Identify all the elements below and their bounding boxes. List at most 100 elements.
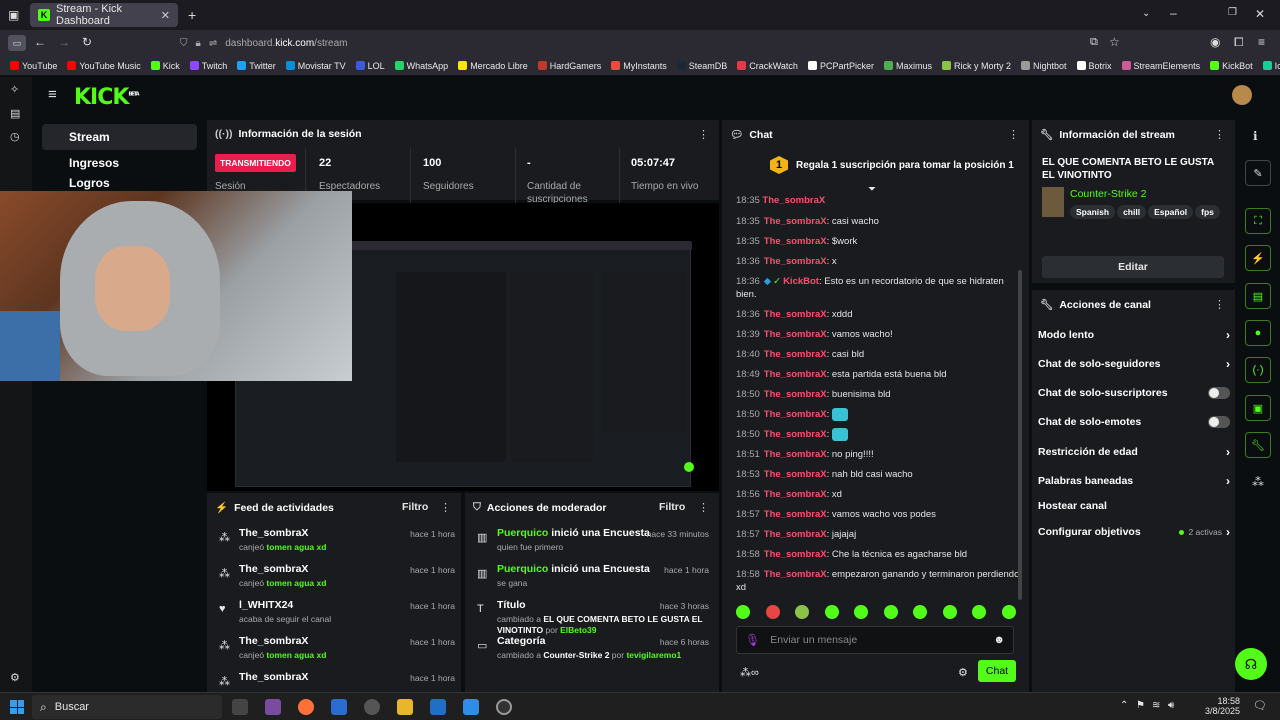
synced-tabs-icon[interactable]: ▤ <box>10 107 20 120</box>
chat-username[interactable]: The_sombraX <box>764 329 827 340</box>
feed-item[interactable]: ⁂ The_sombraX canjeó tomen agua xd hace 1 h… <box>215 635 455 660</box>
chat-username[interactable]: The_sombraX <box>764 469 827 480</box>
chat-message[interactable]: 18:50 The_sombraX: <box>736 428 1021 441</box>
feed-item[interactable]: ⁂ The_sombraX canjeó tomen agua xd hace 1 h… <box>215 527 455 552</box>
stream-tag[interactable]: Spanish <box>1070 205 1116 219</box>
more-options-icon[interactable]: ⋮ <box>698 128 709 141</box>
nav-ingresos[interactable]: Ingresos <box>42 150 197 176</box>
more-options-icon[interactable]: ⋮ <box>1214 298 1225 311</box>
channel-action-0[interactable]: Modo lento › <box>1038 328 1230 342</box>
mod-action-item[interactable]: T Título cambiado a EL QUE COMENTA BETO LE… <box>473 599 709 636</box>
mod-filter-button[interactable]: Filtro <box>659 501 685 513</box>
chat-message[interactable]: 18:58 The_sombraX: empezaron ganando y te… <box>736 568 1021 594</box>
store-icon[interactable] <box>331 699 347 715</box>
chat-input[interactable]: 🎙︎ Enviar un mensaje ☻ <box>736 626 1014 654</box>
more-options-icon[interactable]: ⋮ <box>698 501 709 514</box>
chat-message[interactable]: 18:40 The_sombraX: casi bld <box>736 348 1021 361</box>
channel-action-6[interactable]: Hostear canal <box>1038 500 1230 512</box>
chat-message[interactable]: 18:49 The_sombraX: esta partida está buen… <box>736 368 1021 381</box>
nav-stream[interactable]: Stream <box>42 124 197 150</box>
more-options-icon[interactable]: ⋮ <box>440 501 451 514</box>
chat-username[interactable]: The_sombraX <box>764 409 827 420</box>
settings-icon[interactable] <box>364 699 380 715</box>
app-icon[interactable] <box>265 699 281 715</box>
chat-message[interactable]: 18:50 The_sombraX: buenisima bld <box>736 388 1021 401</box>
edit-pencil-button[interactable]: ✎ <box>1245 160 1271 186</box>
emote-shortcut-icon[interactable] <box>883 605 898 619</box>
bookmark-item[interactable]: Rick y Morty 2 <box>938 61 1015 71</box>
url-field[interactable]: ⛉ 🔒︎ ⇌ dashboard.kick.com/stream <box>180 34 1130 52</box>
tools-button[interactable]: 🔧︎ <box>1245 432 1271 458</box>
raid-button[interactable]: ⚡ <box>1245 245 1271 271</box>
tray-chevron-icon[interactable]: ⌃ <box>1120 700 1128 711</box>
more-options-icon[interactable]: ⋮ <box>1008 128 1019 141</box>
settings-gear-icon[interactable]: ⚙ <box>10 671 20 684</box>
chat-username[interactable]: The_sombraX <box>764 509 827 520</box>
clock[interactable]: 18:58 3/8/2025 <box>1200 696 1240 716</box>
toggle-switch[interactable] <box>1208 387 1230 399</box>
channel-action-7[interactable]: Configurar objetivos 2 activas › <box>1038 525 1230 539</box>
bookmark-item[interactable]: Maximus <box>880 61 936 71</box>
forward-icon[interactable]: → <box>58 35 70 49</box>
close-tab-icon[interactable]: ✕ <box>161 9 170 22</box>
feed-item[interactable]: ♥ l_WHITX24 acaba de seguir el canal hace 1… <box>215 599 455 624</box>
mod-action-item[interactable]: ▥ Puerquico inició una Encuesta se gana hac… <box>473 563 709 589</box>
chat-settings-icon[interactable]: ⚙ <box>958 666 968 679</box>
emote-shortcut-icon[interactable] <box>942 605 957 619</box>
hamburger-icon[interactable]: ≡ <box>48 86 57 103</box>
chat-username[interactable]: The_sombraX <box>764 309 827 320</box>
share-icon[interactable]: ⁂ <box>1252 475 1264 489</box>
bookmark-item[interactable]: Botrix <box>1073 61 1116 71</box>
chat-username[interactable]: The_sombraX <box>764 236 827 247</box>
account-icon[interactable]: ◉ <box>1210 35 1220 49</box>
chat-message[interactable]: 18:56 The_sombraX: xd <box>736 488 1021 501</box>
bookmark-item[interactable]: YouTube <box>6 61 61 71</box>
feed-filter-button[interactable]: Filtro <box>402 501 428 513</box>
emote-shortcut-icon[interactable] <box>736 605 750 619</box>
chat-username[interactable]: The_sombraX <box>764 349 827 360</box>
menu-icon[interactable]: ≡ <box>1258 35 1265 49</box>
taskbar-search[interactable]: ⌕ Buscar <box>32 695 222 719</box>
bookmark-item[interactable]: KickBot <box>1206 61 1257 71</box>
wifi-icon[interactable]: ≋ <box>1152 700 1160 711</box>
chat-username[interactable]: The_sombraX <box>764 389 827 400</box>
history-icon[interactable]: ◷ <box>10 130 20 143</box>
channel-action-4[interactable]: Restricción de edad › <box>1038 445 1230 459</box>
bookmark-item[interactable]: YouTube Music <box>63 61 144 71</box>
bookmark-item[interactable]: HardGamers <box>534 61 606 71</box>
toggle-switch[interactable] <box>1208 416 1230 428</box>
chat-username[interactable]: The_sombraX <box>764 489 827 500</box>
feed-item[interactable]: ⁂ The_sombraX hace 1 hora <box>215 671 455 688</box>
ai-chat-icon[interactable]: ✧ <box>10 83 19 96</box>
task-view-icon[interactable] <box>232 699 248 715</box>
firefox-icon[interactable] <box>298 699 314 715</box>
broadcast-button[interactable]: (·) <box>1245 357 1271 383</box>
back-icon[interactable]: ← <box>34 35 46 49</box>
chat-message[interactable]: 18:57 The_sombraX: vamos wacho vos podes <box>736 508 1021 521</box>
emote-shortcut-icon[interactable] <box>972 605 987 619</box>
gift-sub-promo[interactable]: 1 Regala 1 suscripción para tomar la pos… <box>770 156 1014 174</box>
file-explorer-icon[interactable] <box>397 699 413 715</box>
obs-icon[interactable] <box>496 699 512 715</box>
mod-action-item[interactable]: ▥ Puerquico inició una Encuesta quien fue … <box>473 527 709 553</box>
chat-username[interactable]: The_sombraX <box>764 449 827 460</box>
chat-send-button[interactable]: Chat <box>978 660 1016 682</box>
stream-tag[interactable]: chill <box>1117 205 1147 219</box>
extensions-icon[interactable]: ⧠ <box>1234 35 1244 50</box>
mod-action-item[interactable]: ▭ Categoría cambiado a Counter-Strike 2 po… <box>473 635 709 661</box>
emote-shortcut-icon[interactable] <box>795 605 810 619</box>
bookmark-item[interactable]: Mercado Libre <box>454 61 532 71</box>
stream-key-button[interactable]: ▣ <box>1245 395 1271 421</box>
channel-action-2[interactable]: Chat de solo-suscriptores <box>1038 387 1230 399</box>
windows-start-icon[interactable] <box>10 700 24 714</box>
chat-message[interactable]: 18:51 The_sombraX: no ping!!!! <box>736 448 1021 461</box>
chat-message[interactable]: 18:39 The_sombraX: vamos wacho! <box>736 328 1021 341</box>
new-tab-icon[interactable]: + <box>188 7 196 23</box>
chat-username[interactable]: The_sombraX <box>764 549 827 560</box>
microphone-icon[interactable]: 🎙︎ <box>745 633 760 647</box>
bookmark-item[interactable]: Movistar TV <box>282 61 350 71</box>
app-icon-2[interactable] <box>463 699 479 715</box>
more-options-icon[interactable]: ⋮ <box>1214 128 1225 141</box>
chat-username[interactable]: The_sombraX <box>764 529 827 540</box>
chat-message[interactable]: 18:50 The_sombraX: <box>736 408 1021 421</box>
